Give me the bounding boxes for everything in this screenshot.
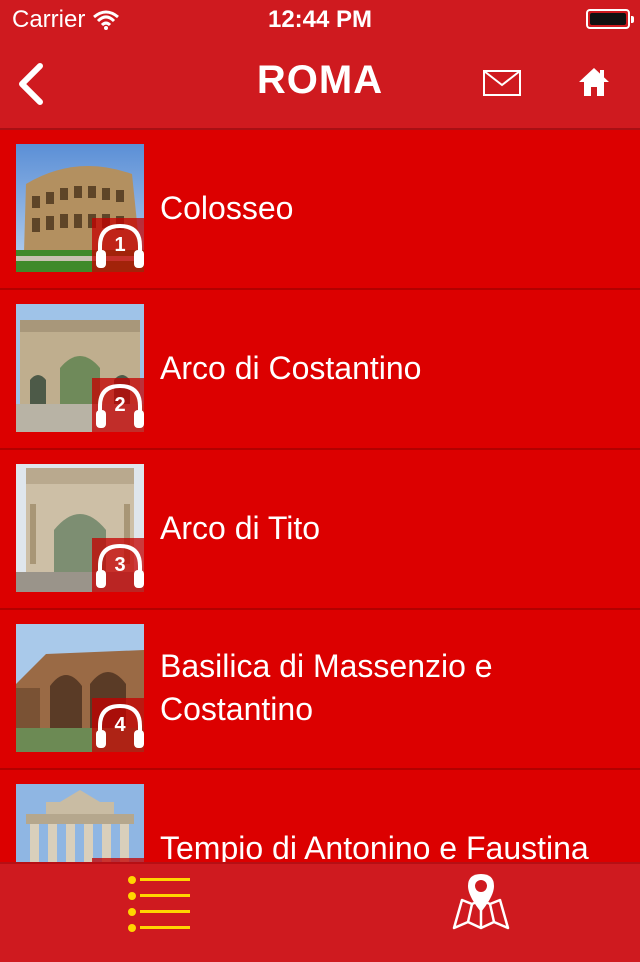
poi-list[interactable]: 1 Colosseo 2 Arco di Costantino 3 Arco d… [0, 130, 640, 862]
thumbnail-colosseo: 1 [16, 144, 144, 272]
temple-photo [16, 784, 144, 862]
battery-fill [590, 13, 626, 25]
list-item-title: Basilica di Massenzio e Costantino [160, 648, 493, 727]
thumbnail-basilica-massenzio: 4 [16, 624, 144, 752]
list-item[interactable]: 3 Arco di Tito [0, 450, 640, 610]
list-item[interactable]: 4 Basilica di Massenzio e Costantino [0, 610, 640, 770]
list-item-title: Tempio di Antonino e Faustina [160, 829, 589, 863]
audio-number: 3 [114, 554, 126, 576]
audio-number: 4 [114, 714, 126, 736]
status-time: 12:44 PM [267, 6, 373, 33]
audio-badge: 4 [92, 698, 144, 752]
tab-bar [0, 862, 640, 962]
thumbnail-arco-costantino: 2 [16, 304, 144, 432]
battery-icon [586, 9, 634, 29]
thumbnail-arco-tito: 3 [16, 464, 144, 592]
list-item[interactable]: 1 Colosseo [0, 130, 640, 290]
page-title: ROMA [256, 58, 384, 102]
status-bar: Carrier 12:44 PM [0, 0, 640, 40]
thumbnail-tempio-antonino: 5 [16, 784, 144, 862]
audio-number: 1 [114, 234, 126, 256]
list-icon[interactable] [126, 872, 194, 936]
envelope-icon[interactable] [482, 68, 522, 98]
audio-badge: 3 [92, 538, 144, 592]
map-pin-icon[interactable] [448, 870, 514, 936]
list-item-title: Colosseo [160, 189, 294, 226]
navigation-bar: ROMA [0, 40, 640, 130]
audio-badge: 1 [92, 218, 144, 272]
audio-number: 2 [114, 394, 126, 416]
home-icon[interactable] [576, 64, 612, 100]
list-item-title: Arco di Tito [160, 509, 321, 546]
audio-badge: 2 [92, 378, 144, 432]
list-item[interactable]: 2 Arco di Costantino [0, 290, 640, 450]
list-item[interactable]: 5 Tempio di Antonino e Faustina [0, 770, 640, 862]
list-item-title: Arco di Costantino [160, 349, 422, 386]
